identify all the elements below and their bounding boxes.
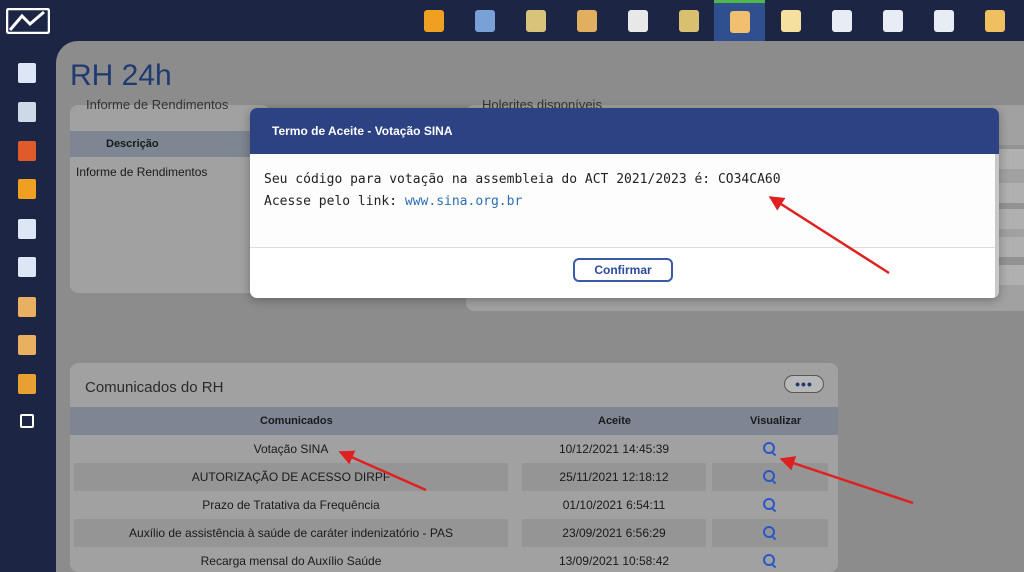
chart-document-icon xyxy=(780,9,801,32)
informe-rendimentos-card: Informe de Rendimentos Descrição Informe… xyxy=(70,97,270,293)
top-nav-item[interactable] xyxy=(663,0,714,41)
table-row: Votação SINA 10/12/2021 14:45:39 xyxy=(70,435,838,463)
comunicados-table-header: Comunicados Aceite Visualizar xyxy=(70,407,838,435)
comunicado-title: Recarga mensal do Auxílio Saúde xyxy=(200,554,382,568)
table-row: Auxílio de assistência à saúde de caráte… xyxy=(70,519,838,547)
top-nav-item[interactable] xyxy=(510,0,561,41)
view-cell xyxy=(712,519,828,547)
aceite-date: 25/11/2021 12:18:12 xyxy=(522,463,706,491)
document-user-icon xyxy=(18,335,36,355)
sidebar-item[interactable] xyxy=(15,61,39,85)
aceite-date: 13/09/2021 10:58:42 xyxy=(558,554,670,568)
wand-icon xyxy=(984,9,1005,32)
logout-icon xyxy=(20,414,34,428)
comunicados-card: Comunicados do RH ••• Comunicados Aceite… xyxy=(70,363,838,572)
search-icon[interactable] xyxy=(763,526,777,540)
disc-icon xyxy=(18,102,36,122)
document-edit-icon xyxy=(882,9,903,32)
document-icon xyxy=(18,63,36,83)
document-user-icon xyxy=(627,9,648,32)
document-icon xyxy=(18,257,36,277)
document-edit-icon xyxy=(831,9,852,32)
id-card-icon xyxy=(474,9,495,32)
page-title: RH 24h xyxy=(70,59,172,92)
aceite-date: 10/12/2021 14:45:39 xyxy=(558,442,670,456)
top-nav-item[interactable] xyxy=(561,0,612,41)
comunicados-title: Comunicados do RH xyxy=(85,379,224,396)
top-nav-item[interactable] xyxy=(918,0,969,41)
top-navigation-bar xyxy=(0,0,1024,41)
user-bell-icon xyxy=(525,9,546,32)
column-header-descricao: Descrição xyxy=(106,138,159,150)
table-row: Recarga mensal do Auxílio Saúde 13/09/202… xyxy=(70,547,838,572)
modal-footer: Confirmar xyxy=(250,248,999,298)
comunicado-title: Votação SINA xyxy=(253,442,329,456)
sidebar-item[interactable] xyxy=(15,295,39,319)
table-header: Descrição xyxy=(70,131,270,157)
column-header-comunicados: Comunicados xyxy=(260,415,333,427)
search-icon[interactable] xyxy=(763,498,777,512)
column-header-aceite: Aceite xyxy=(598,415,632,427)
top-nav-item[interactable] xyxy=(459,0,510,41)
modal-title: Termo de Aceite - Votação SINA xyxy=(272,124,453,138)
aceite-date: 23/09/2021 6:56:29 xyxy=(522,519,706,547)
more-options-button[interactable]: ••• xyxy=(784,375,824,393)
document-icon xyxy=(18,219,36,239)
top-nav-item[interactable] xyxy=(867,0,918,41)
sidebar-item[interactable] xyxy=(15,372,39,396)
confirm-button[interactable]: Confirmar xyxy=(573,258,673,282)
sidebar-item[interactable] xyxy=(15,333,39,357)
search-icon[interactable] xyxy=(763,470,777,484)
brand-logo[interactable] xyxy=(6,8,50,34)
table-row: Prazo de Tratativa da Frequência 01/10/20… xyxy=(70,491,838,519)
top-nav-item[interactable] xyxy=(816,0,867,41)
card-title: Informe de Rendimentos xyxy=(86,97,229,112)
document-user-icon xyxy=(18,297,36,317)
sidebar-item[interactable] xyxy=(15,217,39,241)
comunicado-title: Prazo de Tratativa da Frequência xyxy=(202,498,380,512)
search-icon[interactable] xyxy=(763,442,777,456)
voting-code-text: Seu código para votação na assembleia do… xyxy=(264,172,781,187)
sidebar-item[interactable] xyxy=(15,177,39,201)
top-nav-item[interactable] xyxy=(765,0,816,41)
sina-link[interactable]: www.sina.org.br xyxy=(405,194,522,209)
top-nav-item[interactable] xyxy=(714,0,765,41)
people-icon xyxy=(18,179,36,199)
sidebar-item[interactable] xyxy=(15,409,39,433)
people-group-icon xyxy=(423,9,444,32)
graduate-icon xyxy=(576,9,597,32)
top-nav-item[interactable] xyxy=(612,0,663,41)
sidebar-item[interactable] xyxy=(15,100,39,124)
search-icon[interactable] xyxy=(763,554,777,568)
termo-aceite-modal: Termo de Aceite - Votação SINA Seu códig… xyxy=(250,108,999,298)
table-row-informe[interactable]: Informe de Rendimentos xyxy=(76,165,207,179)
comunicado-title: AUTORIZAÇÃO DE ACESSO DIRPF xyxy=(74,463,508,491)
aceite-date: 01/10/2021 6:54:11 xyxy=(562,498,666,512)
access-link-prefix: Acesse pelo link: xyxy=(264,194,405,209)
sidebar-item[interactable] xyxy=(15,139,39,163)
access-link-line: Acesse pelo link: www.sina.org.br xyxy=(264,194,522,209)
comunicado-title: Auxílio de assistência à saúde de caráte… xyxy=(74,519,508,547)
person-icon xyxy=(729,11,750,33)
modal-body: Seu código para votação na assembleia do… xyxy=(250,154,999,248)
card-icon xyxy=(18,374,36,394)
view-cell xyxy=(712,435,828,463)
modal-header: Termo de Aceite - Votação SINA xyxy=(250,108,999,154)
view-cell xyxy=(712,491,828,519)
modal-scrollbar[interactable] xyxy=(995,154,999,298)
left-sidebar xyxy=(0,41,56,572)
column-header-visualizar: Visualizar xyxy=(750,415,802,427)
document-edit-icon xyxy=(933,9,954,32)
calendar-icon xyxy=(18,141,36,161)
top-nav-item[interactable] xyxy=(969,0,1020,41)
view-cell xyxy=(712,463,828,491)
table-row: AUTORIZAÇÃO DE ACESSO DIRPF 25/11/2021 12… xyxy=(70,463,838,491)
calendar-icon xyxy=(678,9,699,32)
sidebar-item[interactable] xyxy=(15,255,39,279)
view-cell xyxy=(712,547,828,572)
top-nav-item[interactable] xyxy=(408,0,459,41)
right-scroll-strip xyxy=(998,105,1024,311)
